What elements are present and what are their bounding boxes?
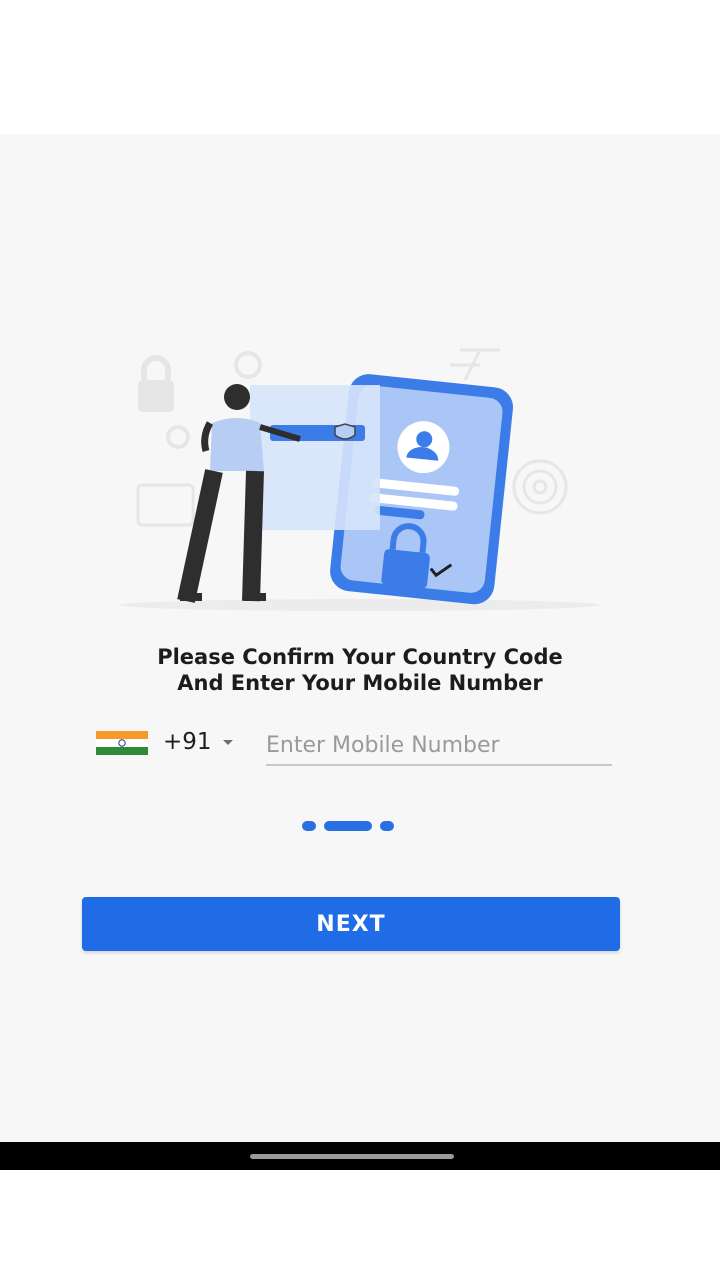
phone-verification-illustration [120, 348, 600, 611]
bottom-area [0, 1170, 720, 1280]
india-flag-icon[interactable] [96, 731, 148, 755]
status-bar-area [0, 0, 720, 134]
country-code-selector[interactable]: +91 [163, 729, 212, 755]
page-dot-1 [302, 821, 316, 831]
page-dot-2-active [324, 821, 372, 831]
system-navigation-bar [0, 1142, 720, 1170]
page-indicator [302, 821, 394, 831]
instruction-heading: Please Confirm Your Country Code And Ent… [60, 644, 660, 696]
dropdown-arrow-icon[interactable] [223, 740, 233, 745]
mobile-number-input[interactable] [266, 728, 612, 766]
instruction-line-2: And Enter Your Mobile Number [177, 671, 543, 695]
instruction-line-1: Please Confirm Your Country Code [157, 645, 563, 669]
page-dot-3 [380, 821, 394, 831]
next-button[interactable]: NEXT [82, 897, 620, 951]
home-gesture-handle[interactable] [250, 1154, 454, 1159]
login-screen [0, 134, 720, 1142]
